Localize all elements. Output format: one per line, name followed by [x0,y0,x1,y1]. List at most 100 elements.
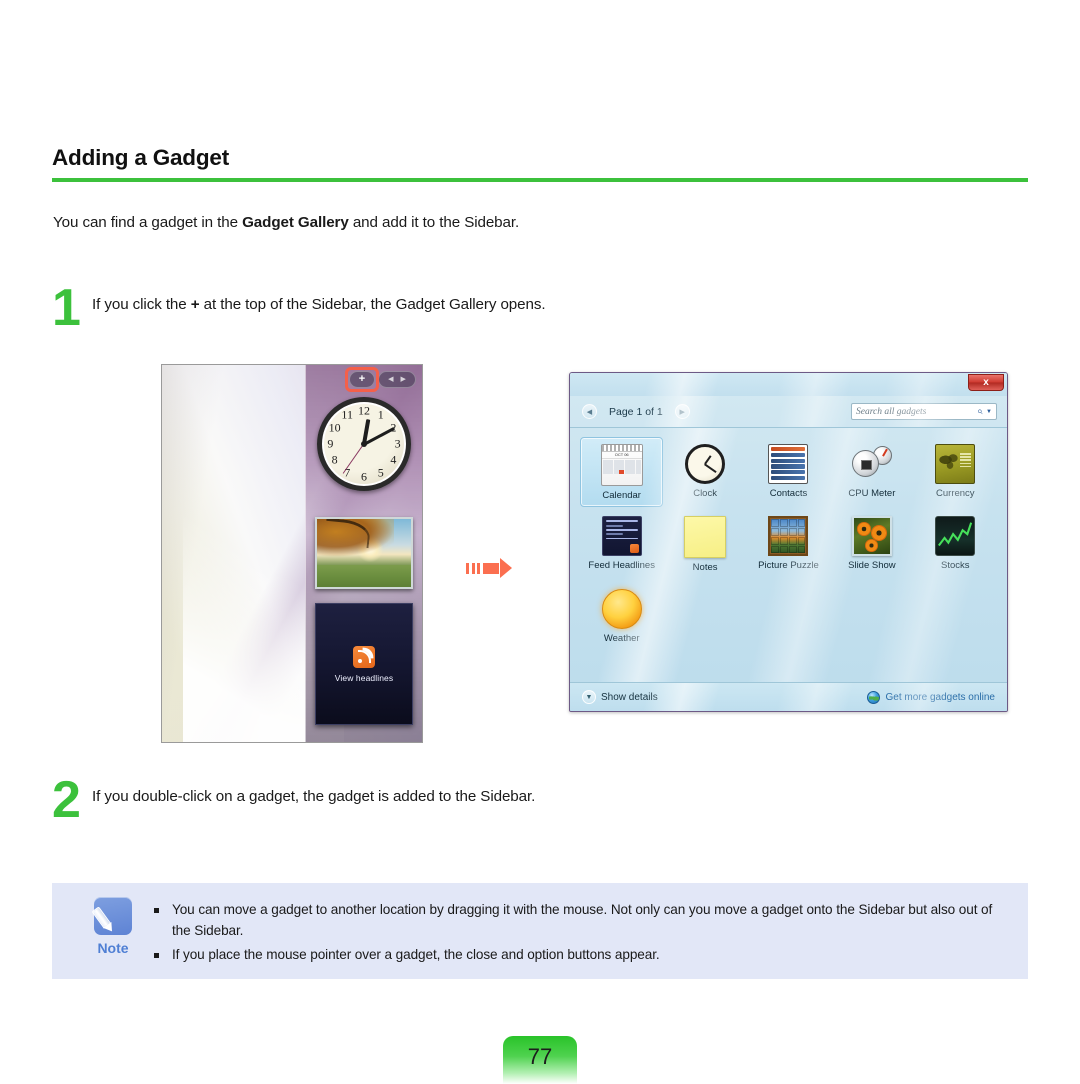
gadget-item-currency[interactable]: Currency [914,437,997,507]
previous-page-button[interactable]: ◀ [582,404,597,419]
sidebar-prev-icon[interactable]: ◀ [388,376,393,383]
calendar-icon: OCT 06 [600,444,643,486]
calendar-days [602,459,642,475]
gadget-item-weather[interactable]: Weather [580,582,663,650]
step-2: 2 If you double-click on a gadget, the g… [52,774,535,825]
gadget-item-cpu-meter[interactable]: CPU Meter [830,437,913,507]
sidebar-slideshow-gadget[interactable] [315,517,413,589]
stocks-icon [935,516,976,557]
intro-text-before: You can find a gadget in the [53,214,243,231]
manual-page: Adding a Gadget You can find a gadget in… [0,0,1080,1084]
sidebar-clock-gadget[interactable]: 12 1 2 3 4 5 6 7 8 9 10 11 [317,397,411,491]
close-icon[interactable]: x [968,374,1004,391]
gadget-item-picture-puzzle[interactable]: Picture Puzzle [747,509,830,579]
clock-minute-hand [363,426,395,446]
clock-number: 8 [331,452,338,467]
note-item: You can move a gadget to another locatio… [152,900,1010,941]
cpu-meter-icon [851,444,892,484]
get-more-gadgets-link[interactable]: Get more gadgets online [867,690,995,704]
gadget-item-clock[interactable]: Clock [663,437,746,507]
transition-arrow-icon [466,558,512,578]
clock-number: 1 [377,407,384,422]
clock-number: 4 [390,452,397,467]
cpu-chip [860,459,872,470]
add-gadget-label: + [358,373,366,385]
note-item: If you place the mouse pointer over a ga… [152,945,1010,966]
notes-icon [684,516,727,559]
intro-text-after: and add it to the Sidebar. [348,214,520,231]
contacts-icon [768,444,809,484]
arrow-dash [466,562,469,574]
gadget-label: Feed Headlines [588,560,655,572]
sidebar-feed-gadget[interactable]: View headlines [315,603,413,725]
clock-number: 11 [341,407,353,422]
rss-badge-icon [629,544,639,554]
gadget-item-slide-show[interactable]: Slide Show [830,509,913,579]
clock-number: 12 [358,403,370,418]
cpu-needle [881,448,888,456]
search-placeholder: Search all gadgets [856,406,927,417]
chevron-down-icon[interactable]: ▼ [582,690,596,704]
search-icon[interactable]: ⌕ [977,406,983,417]
feed-headlines-icon [601,516,642,557]
get-more-label: Get more gadgets online [885,691,995,703]
flower-bloom [864,539,878,553]
gadget-item-stocks[interactable]: Stocks [914,509,997,579]
clock-number: 5 [377,465,384,480]
search-input[interactable]: Search all gadgets ⌕ ▼ [851,403,997,420]
gadget-label: Weather [603,632,640,644]
sidebar-next-icon[interactable]: ▶ [401,376,406,383]
show-details-button[interactable]: ▼ Show details [582,690,658,704]
gadget-label: Slide Show [848,560,896,572]
gadget-item-calendar[interactable]: OCT 06 Calendar [580,437,664,508]
title-underline [52,177,1028,182]
windows-sidebar-panel: + ◀ ▶ 12 1 2 3 4 5 6 7 8 9 10 [305,365,422,742]
gadget-item-notes[interactable]: Notes [663,509,746,579]
intro-paragraph: You can find a gadget in the Gadget Gall… [53,214,519,231]
chevron-down-icon[interactable]: ▼ [986,409,992,415]
clock-number: 6 [361,469,367,484]
gadget-item-feed-headlines[interactable]: Feed Headlines [580,509,663,579]
step-1-text-after: at the top of the Sidebar, the Gadget Ga… [199,296,546,313]
sidebar-screenshot: + ◀ ▶ 12 1 2 3 4 5 6 7 8 9 10 [161,364,423,743]
gadget-label: Clock [693,488,717,499]
note-callout: Note You can move a gadget to another lo… [52,883,1028,979]
note-badge: Note [74,897,152,979]
clock-icon [685,444,726,484]
gallery-body: OCT 06 Calendar Clock Contacts CPU Meter… [570,428,1007,684]
arrow-body [482,562,499,574]
slideshow-ground [317,565,411,587]
page-title: Adding a Gadget [52,145,230,170]
puzzle-tiles [771,519,806,554]
arrow-dash [477,562,480,574]
feed-gadget-label: View headlines [334,672,394,683]
gadget-label: Notes [692,562,718,574]
arrow-dash [471,562,475,574]
arrow-head [500,558,512,578]
calendar-spiral [601,445,642,452]
gadget-gallery-window: x ◀ Page 1 of 1 ▶ Search all gadgets ⌕ ▼… [569,372,1008,712]
page-indicator: Page 1 of 1 [609,405,663,418]
gallery-titlebar: x [570,373,1007,396]
add-gadget-button[interactable]: + [345,367,379,392]
clock-number: 3 [394,436,401,451]
gadget-item-contacts[interactable]: Contacts [747,437,830,507]
intro-text-bold: Gadget Gallery [242,214,349,231]
cpu-gauge-large [851,450,879,477]
gadget-grid: OCT 06 Calendar Clock Contacts CPU Meter… [580,437,997,650]
stocks-sparkline [938,522,973,547]
page-title-block: Adding a Gadget [52,145,1028,182]
step-1-number: 1 [52,279,81,337]
sidebar-nav-arrows[interactable]: ◀ ▶ [378,371,416,388]
clock-center-pin [361,441,367,447]
next-page-button[interactable]: ▶ [674,404,690,419]
gadget-label: Currency [936,488,975,499]
pencil-shape [91,906,112,929]
show-details-label: Show details [601,691,658,703]
calendar-icon-header: OCT 06 [601,452,642,459]
currency-icon [935,444,976,484]
gadget-label: CPU Meter [848,488,896,499]
rss-icon [353,645,375,668]
pencil-icon [91,897,132,935]
step-1-text: If you click the + at the top of the Sid… [92,288,546,313]
